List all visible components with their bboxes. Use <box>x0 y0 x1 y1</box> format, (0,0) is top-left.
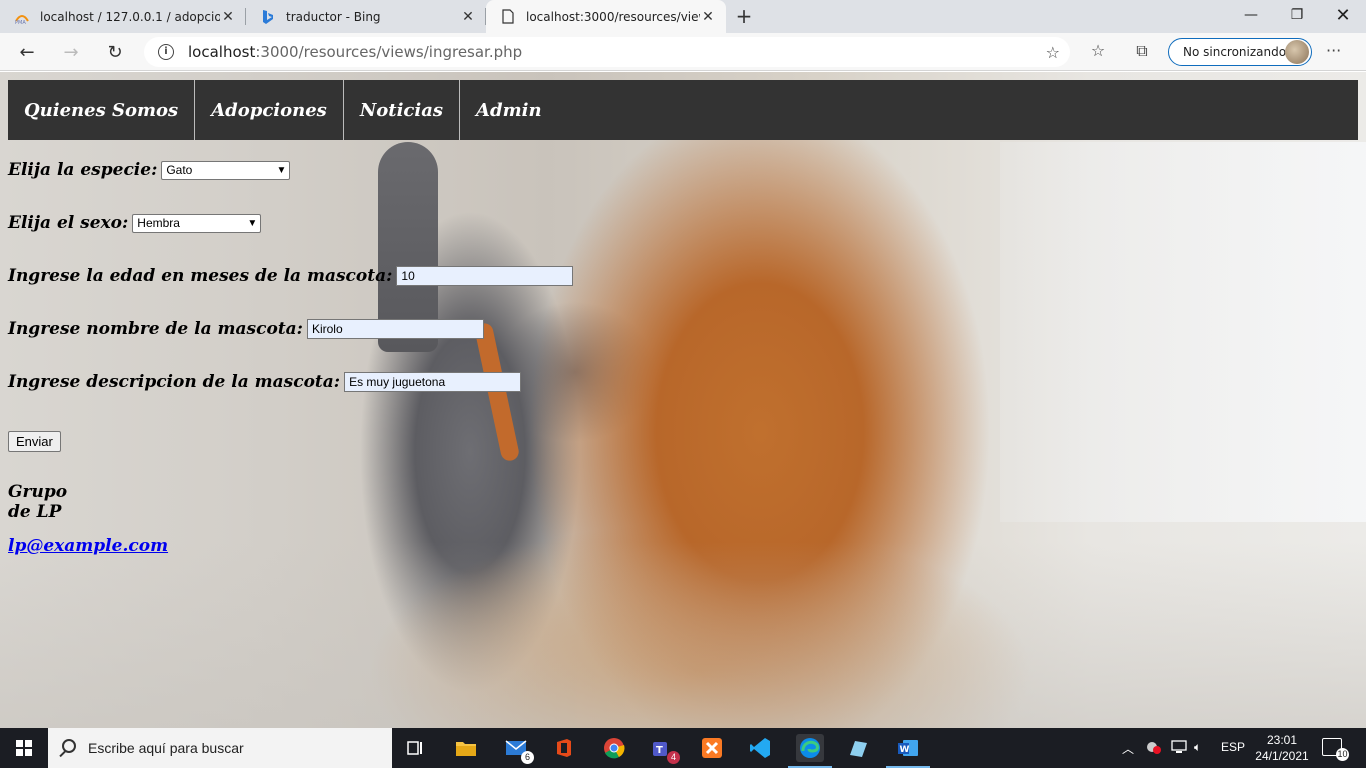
teams-icon[interactable]: T 4 <box>648 734 680 764</box>
teams-badge: 4 <box>667 751 680 764</box>
notification-badge: 10 <box>1336 748 1349 761</box>
background-photo-floor <box>0 542 1366 728</box>
clock[interactable]: 23:01 24/1/2021 <box>1254 732 1310 764</box>
network-error-icon[interactable] <box>1146 740 1162 757</box>
sexo-select[interactable]: Hembra ▼ <box>132 213 262 233</box>
mail-icon[interactable]: 6 <box>502 734 534 764</box>
sexo-label: Elija el sexo: <box>8 213 129 233</box>
especie-select[interactable]: Gato ▼ <box>161 160 291 180</box>
edad-label: Ingrese la edad en meses de la mascota: <box>8 266 393 286</box>
nombre-label: Ingrese nombre de la mascota: <box>8 319 303 339</box>
enviar-button[interactable]: Enviar <box>8 431 61 452</box>
back-icon[interactable]: ← <box>12 37 42 67</box>
tab-title: localhost / 127.0.0.1 / adopcione <box>40 9 220 24</box>
address-bar: ← → ↻ i localhost:3000/resources/views/i… <box>0 33 1366 71</box>
svg-text:PMA: PMA <box>15 20 26 25</box>
tab-bing[interactable]: traductor - Bing ✕ <box>246 0 486 33</box>
network-icon[interactable] <box>1170 740 1188 757</box>
file-explorer-icon[interactable] <box>452 734 480 762</box>
refresh-icon[interactable]: ↻ <box>100 37 130 67</box>
nav-adopciones[interactable]: Adopciones <box>195 80 344 140</box>
page-content: Quienes Somos Adopciones Noticias Admin … <box>0 72 1366 728</box>
window-close-icon[interactable]: ✕ <box>1320 0 1366 30</box>
background-photo-window <box>1000 142 1366 522</box>
browser-tab-strip: PMA localhost / 127.0.0.1 / adopcione ✕ … <box>0 0 1366 33</box>
notification-center-icon[interactable]: 10 <box>1322 738 1349 761</box>
edad-row: Ingrese la edad en meses de la mascota: … <box>8 266 574 286</box>
tab-ingresar[interactable]: localhost:3000/resources/views/i ✕ <box>486 0 726 33</box>
restore-icon[interactable]: ❐ <box>1274 0 1320 30</box>
chevron-down-icon: ▼ <box>247 217 258 229</box>
mail-badge: 6 <box>521 751 534 764</box>
show-hidden-icons-icon[interactable]: ︿ <box>1122 740 1134 757</box>
start-button[interactable] <box>0 728 48 768</box>
edad-input[interactable]: 10 <box>396 266 574 286</box>
site-info-icon[interactable]: i <box>158 44 174 60</box>
forward-icon[interactable]: → <box>56 37 86 67</box>
favorites-icon[interactable]: ☆ <box>1087 41 1109 60</box>
windows-icon <box>16 740 32 756</box>
page-icon <box>500 9 516 25</box>
close-icon[interactable]: ✕ <box>220 9 236 25</box>
more-menu-icon[interactable]: ··· <box>1326 41 1341 60</box>
footer-email-link[interactable]: lp@example.com <box>8 536 168 556</box>
vscode-icon[interactable] <box>746 734 774 762</box>
descripcion-label: Ingrese descripcion de la mascota: <box>8 372 341 392</box>
nav-quienes-somos[interactable]: Quienes Somos <box>8 80 196 140</box>
task-view-icon[interactable] <box>402 734 430 762</box>
tab-title: localhost:3000/resources/views/i <box>526 9 700 24</box>
descripcion-row: Ingrese descripcion de la mascota: Es mu… <box>8 372 522 392</box>
minimize-icon[interactable]: — <box>1228 0 1274 30</box>
especie-label: Elija la especie: <box>8 160 158 180</box>
footer-group-name: Grupo de LP <box>8 482 68 522</box>
svg-text:T: T <box>656 745 663 756</box>
sexo-row: Elija el sexo: Hembra ▼ <box>8 213 262 233</box>
chevron-down-icon: ▼ <box>276 164 287 176</box>
nav-admin[interactable]: Admin <box>460 80 558 140</box>
close-icon[interactable]: ✕ <box>700 9 716 25</box>
language-indicator[interactable]: ESP <box>1221 740 1245 754</box>
edge-icon[interactable] <box>788 734 832 768</box>
new-tab-button[interactable]: + <box>732 5 756 29</box>
add-favorite-icon[interactable]: ☆ <box>1046 43 1060 62</box>
word-icon[interactable]: W <box>886 734 930 768</box>
notepad-icon[interactable] <box>844 734 872 762</box>
background-photo-collar <box>473 321 521 463</box>
phpmyadmin-icon: PMA <box>14 9 30 25</box>
svg-text:W: W <box>900 745 910 755</box>
nombre-input[interactable]: Kirolo <box>306 319 484 339</box>
url-text: localhost:3000/resources/views/ingresar.… <box>188 43 523 61</box>
tab-phpmyadmin[interactable]: PMA localhost / 127.0.0.1 / adopcione ✕ <box>0 0 246 33</box>
especie-row: Elija la especie: Gato ▼ <box>8 160 291 180</box>
nav-noticias[interactable]: Noticias <box>344 80 461 140</box>
profile-sync-button[interactable]: No sincronizando <box>1168 38 1312 66</box>
search-icon <box>62 739 76 753</box>
tab-title: traductor - Bing <box>286 9 381 24</box>
volume-icon[interactable]: 🔈︎ <box>1194 740 1201 755</box>
office-icon[interactable] <box>550 734 578 762</box>
url-input[interactable]: i localhost:3000/resources/views/ingresa… <box>144 37 1070 67</box>
descripcion-input[interactable]: Es muy juguetona <box>344 372 522 392</box>
taskbar: Escribe aquí para buscar 6 T 4 W ︿ 🔈︎ ES… <box>0 728 1366 768</box>
xampp-icon[interactable] <box>698 734 726 762</box>
taskbar-search[interactable]: Escribe aquí para buscar <box>48 728 392 768</box>
nombre-row: Ingrese nombre de la mascota: Kirolo <box>8 319 484 339</box>
close-icon[interactable]: ✕ <box>460 9 476 25</box>
chrome-icon[interactable] <box>600 734 628 762</box>
avatar <box>1285 40 1309 64</box>
collections-icon[interactable]: ⧉ <box>1131 41 1153 61</box>
bing-icon <box>260 9 276 25</box>
main-nav: Quienes Somos Adopciones Noticias Admin <box>8 80 1358 140</box>
